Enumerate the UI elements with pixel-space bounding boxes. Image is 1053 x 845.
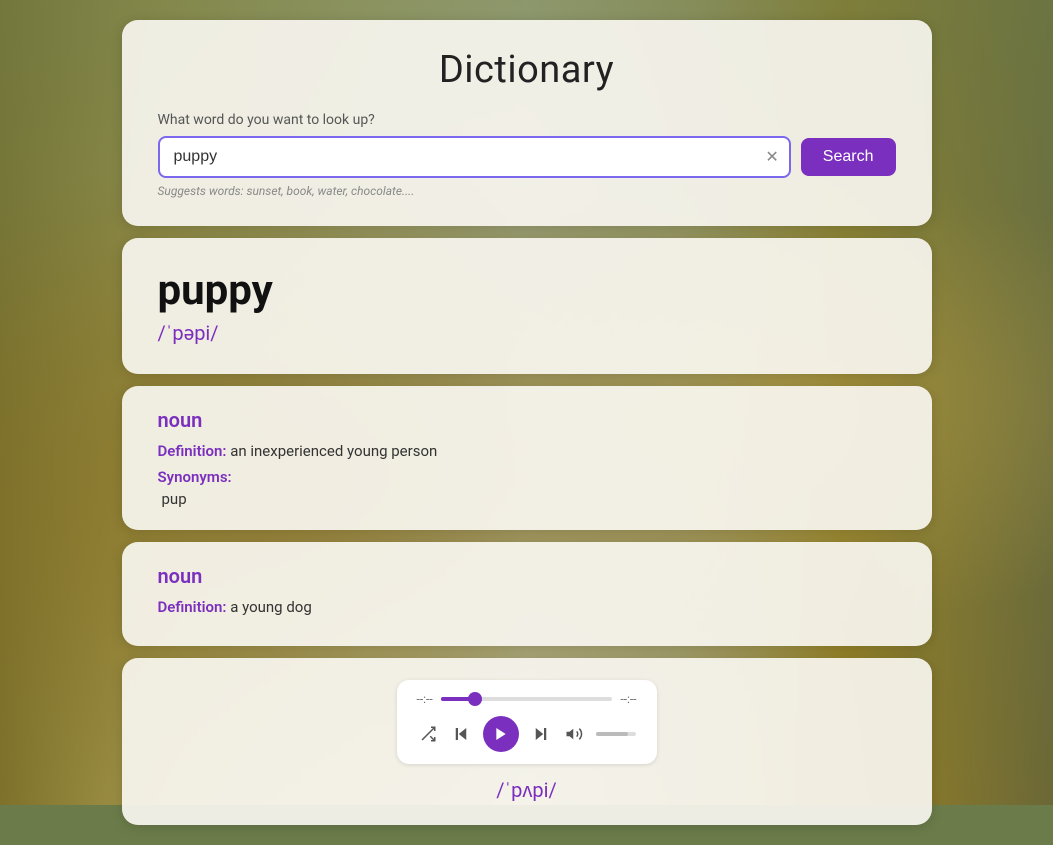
synonyms-label-1: Synonyms: xyxy=(158,468,232,486)
word-title: puppy xyxy=(158,266,896,315)
definition-text-1: an inexperienced young person xyxy=(230,442,437,460)
search-row: ✕ Search xyxy=(158,136,896,178)
search-input[interactable] xyxy=(158,136,791,178)
definition-label-1: Definition: xyxy=(158,442,227,460)
app-title: Dictionary xyxy=(158,48,896,92)
definition-text-2: a young dog xyxy=(230,598,312,616)
clear-button[interactable]: ✕ xyxy=(763,145,780,169)
word-card: puppy /ˈpəpi/ xyxy=(122,238,932,374)
audio-player: --:-- --:-- xyxy=(397,680,657,764)
audio-time-total: --:-- xyxy=(620,692,636,706)
audio-thumb xyxy=(468,692,482,706)
search-hint: Suggests words: sunset, book, water, cho… xyxy=(158,184,896,198)
volume-button[interactable] xyxy=(563,723,585,745)
fast-forward-button[interactable] xyxy=(530,723,552,745)
play-button[interactable] xyxy=(483,716,519,752)
audio-time-current: --:-- xyxy=(417,692,433,706)
definition-card-2: noun Definition: a young dog xyxy=(122,542,932,646)
shuffle-button[interactable] xyxy=(417,723,439,745)
audio-track[interactable] xyxy=(441,697,613,701)
definition-card-1: noun Definition: an inexperienced young … xyxy=(122,386,932,530)
audio-progress-row: --:-- --:-- xyxy=(417,692,637,706)
rewind-button[interactable] xyxy=(450,723,472,745)
synonym-word-1: pup xyxy=(162,490,896,508)
part-of-speech-1: noun xyxy=(158,408,896,432)
synonyms-line-1: Synonyms: pup xyxy=(158,468,896,508)
volume-track[interactable] xyxy=(596,732,636,736)
search-label: What word do you want to look up? xyxy=(158,112,896,128)
search-button[interactable]: Search xyxy=(801,138,896,176)
search-input-wrapper: ✕ xyxy=(158,136,791,178)
definition-line-1: Definition: an inexperienced young perso… xyxy=(158,442,896,460)
part-of-speech-2: noun xyxy=(158,564,896,588)
definition-line-2: Definition: a young dog xyxy=(158,598,896,616)
definition-label-2: Definition: xyxy=(158,598,227,616)
audio-controls-row xyxy=(417,716,637,752)
search-card: Dictionary What word do you want to look… xyxy=(122,20,932,226)
volume-fill xyxy=(596,732,628,736)
word-phonetic: /ˈpəpi/ xyxy=(158,321,896,346)
audio-card: --:-- --:-- xyxy=(122,658,932,825)
audio-phonetic: /ˈpʌpi/ xyxy=(496,778,557,803)
